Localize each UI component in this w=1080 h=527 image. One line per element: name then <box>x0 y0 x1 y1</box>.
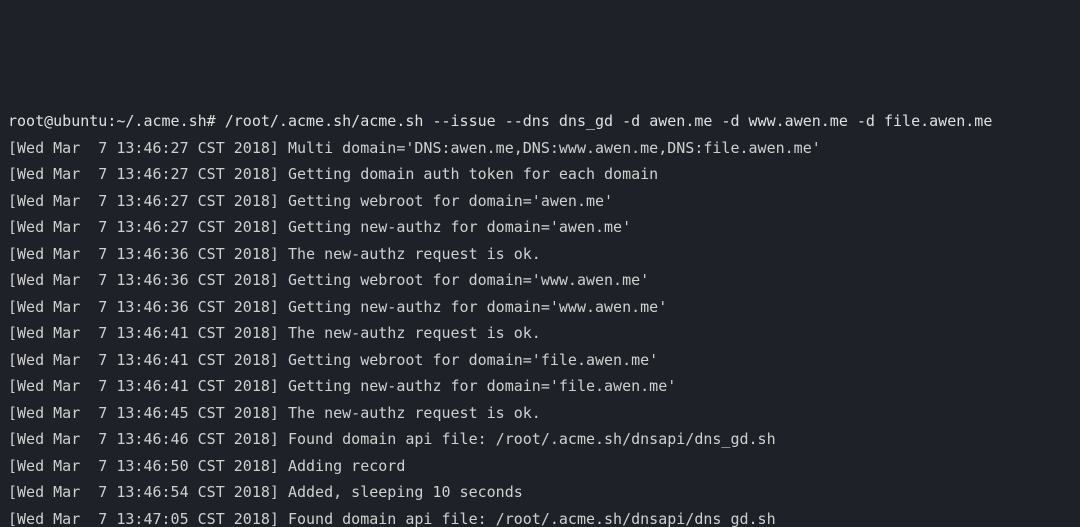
terminal-output[interactable]: root@ubuntu:~/.acme.sh# /root/.acme.sh/a… <box>0 106 1080 527</box>
log-lines: [Wed Mar 7 13:46:27 CST 2018] Multi doma… <box>8 135 1072 527</box>
shell-prompt: root@ubuntu:~/.acme.sh# <box>8 112 216 130</box>
shell-command: /root/.acme.sh/acme.sh --issue --dns dns… <box>225 112 993 130</box>
